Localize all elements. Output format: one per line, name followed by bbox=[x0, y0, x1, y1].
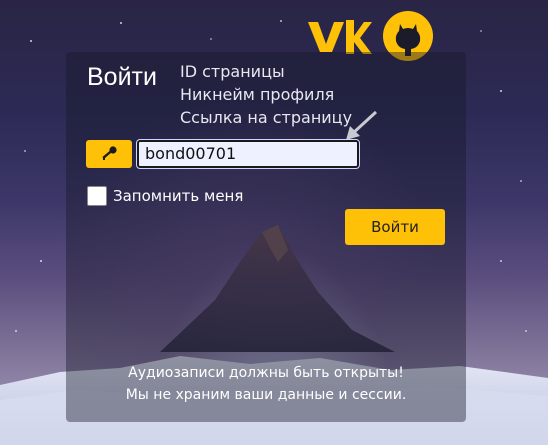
login-hints: ID страницы Никнейм профиля Ссылка на ст… bbox=[180, 60, 352, 129]
login-input[interactable] bbox=[136, 139, 360, 169]
notice-line-2: Мы не храним ваши данные и сессии. bbox=[125, 387, 407, 403]
hint-link: Ссылка на страницу bbox=[180, 108, 353, 127]
hint-nickname: Никнейм профиля bbox=[180, 85, 335, 104]
notice-line-1: Аудиозаписи должны быть открыты! bbox=[128, 365, 404, 381]
remember-checkbox[interactable] bbox=[87, 186, 107, 206]
remember-me[interactable]: Запомнить меня bbox=[87, 186, 243, 206]
key-badge bbox=[86, 140, 132, 168]
hint-id: ID страницы bbox=[180, 62, 285, 81]
key-icon bbox=[102, 146, 117, 160]
remember-label: Запомнить меня bbox=[113, 187, 244, 205]
notice-text: Аудиозаписи должны быть открыты! Мы не х… bbox=[66, 362, 466, 406]
login-button[interactable]: Войти bbox=[345, 209, 445, 245]
page-title: Войти bbox=[87, 63, 157, 91]
pointer-arrow-icon bbox=[346, 110, 378, 140]
